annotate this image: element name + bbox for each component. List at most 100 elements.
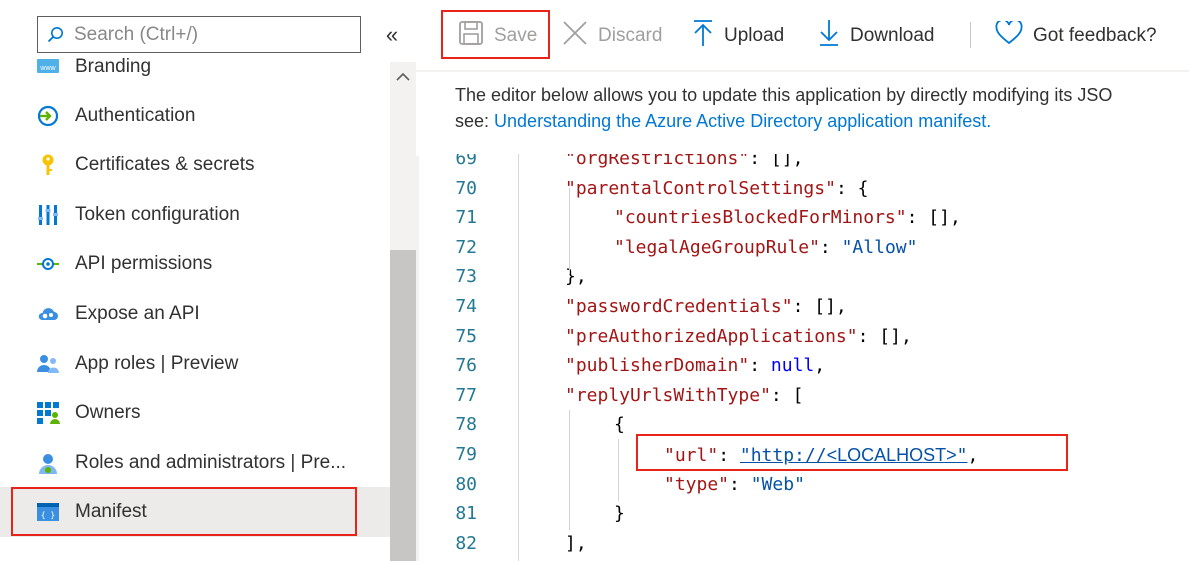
sidebar-item-label: Certificates & secrets (75, 154, 255, 175)
code-line: 73}, (419, 262, 1189, 292)
sidebar-item-api-permissions[interactable]: API permissions (0, 239, 390, 289)
indent-guide (569, 188, 570, 274)
json-key: "countriesBlockedForMinors" (614, 207, 907, 229)
json-punctuation: } (614, 503, 625, 525)
code-line: 77 "replyUrlsWithType": [ (419, 381, 1189, 411)
editor-gutter-divider (518, 154, 519, 561)
svg-text:{ }: { } (41, 511, 55, 520)
json-string-value: "Allow" (841, 236, 918, 258)
scrollbar-thumb[interactable] (390, 250, 416, 561)
json-key: "passwordCredentials" (565, 296, 793, 317)
save-button[interactable]: Save (458, 14, 537, 58)
sidebar-item-certificates-secrets[interactable]: Certificates & secrets (0, 140, 390, 190)
code-text: "type": "Web" (664, 470, 805, 500)
scroll-up-chevron-icon[interactable] (390, 62, 416, 92)
code-text: "publisherDomain": null, (565, 351, 825, 381)
reply-url-link[interactable]: "http://<LOCALHOST>" (740, 445, 968, 466)
json-key: "url" (664, 445, 719, 466)
left-nav-pane: « www Branding Authentication Certificat… (0, 0, 416, 561)
json-punctuation: , (814, 355, 826, 377)
json-punctuation: : (819, 236, 842, 258)
sidebar-item-token-configuration[interactable]: Token configuration (0, 190, 390, 240)
line-number: 76 (455, 355, 477, 377)
sidebar-item-label: Branding (75, 56, 152, 77)
code-text: "parentalControlSettings": { (565, 174, 868, 204)
line-number: 82 (455, 532, 477, 554)
sidebar-item-roles-administrators[interactable]: Roles and administrators | Pre... (0, 438, 390, 488)
line-number: 71 (455, 207, 477, 229)
code-line: 75 "preAuthorizedApplications": [], (419, 322, 1189, 352)
json-punctuation: : [], (857, 325, 912, 347)
indent-guide (618, 439, 619, 501)
url-scheme: "http:// (739, 445, 827, 466)
json-punctuation: , (967, 445, 979, 466)
code-text: "countriesBlockedForMinors": [], (614, 203, 961, 233)
json-key: "publisherDomain" (565, 355, 750, 377)
sidebar-item-owners[interactable]: Owners (0, 388, 390, 438)
json-punctuation: : (749, 355, 771, 377)
code-line: 76 "publisherDomain": null, (419, 351, 1189, 381)
line-number: 75 (455, 325, 477, 347)
code-line: 78 { (419, 410, 1189, 440)
code-text: "replyUrlsWithType": [ (565, 381, 803, 411)
code-line: 69 "orgRestrictions": [], (419, 154, 1189, 174)
person-badge-icon (36, 451, 60, 475)
code-text: "passwordCredentials": [], (565, 292, 847, 322)
upload-label: Upload (724, 25, 785, 46)
save-icon (458, 20, 484, 52)
json-punctuation: : [ (770, 384, 804, 406)
sidebar-item-app-roles[interactable]: App roles | Preview (0, 339, 390, 389)
info-text-prefix: see: (455, 111, 495, 131)
discard-label: Discard (598, 25, 663, 46)
collapse-pane-button[interactable]: « (378, 20, 406, 50)
owners-icon (36, 401, 60, 425)
manifest-docs-link[interactable]: Understanding the Azure Active Directory… (494, 111, 991, 131)
line-number: 79 (455, 444, 477, 465)
feedback-label: Got feedback? (1033, 25, 1157, 46)
sidebar-item-expose-an-api[interactable]: Expose an API (0, 289, 390, 339)
line-number: 74 (455, 296, 477, 317)
sidebar-item-label: Token configuration (75, 204, 240, 225)
line-number: 81 (455, 503, 477, 525)
code-line: 79 "url": "http://<LOCALHOST>", (419, 440, 1189, 470)
code-line: 82], (419, 529, 1189, 559)
info-text-line2: see: Understanding the Azure Active Dire… (455, 108, 1189, 134)
cloud-icon (36, 302, 60, 326)
feedback-button[interactable]: Got feedback? (995, 14, 1157, 58)
sidebar-item-label: API permissions (75, 253, 213, 274)
download-button[interactable]: Download (818, 14, 935, 58)
discard-button[interactable]: Discard (562, 14, 662, 58)
code-text: } (614, 499, 625, 529)
line-number: 80 (455, 473, 477, 495)
upload-button[interactable]: Upload (692, 14, 784, 58)
code-text: "url": "http://<LOCALHOST>", (664, 440, 978, 471)
info-text-line1: The editor below allows you to update th… (455, 85, 1113, 105)
json-punctuation: ], (565, 532, 587, 554)
url-quote: " (956, 445, 968, 466)
code-text: "preAuthorizedApplications": [], (565, 322, 912, 352)
search-icon (38, 17, 74, 52)
sidebar-item-label: Manifest (75, 501, 147, 522)
search-input[interactable] (74, 19, 344, 50)
key-icon (36, 153, 60, 177)
close-icon (562, 20, 588, 52)
sidebar-item-authentication[interactable]: Authentication (0, 91, 390, 141)
double-chevron-left-icon: « (385, 22, 399, 47)
line-number: 70 (455, 177, 477, 199)
branding-icon: www (36, 55, 60, 79)
sidebar-item-label: Roles and administrators | Pre... (75, 452, 347, 473)
sidebar-item-label: Expose an API (75, 303, 200, 324)
toolbar-divider (970, 22, 971, 48)
json-punctuation: : [], (906, 207, 961, 229)
json-string-value: "Web" (750, 473, 805, 495)
sidebar-scrollbar[interactable] (390, 62, 416, 561)
svg-text:www: www (39, 65, 56, 72)
sidebar-item-branding[interactable]: www Branding (0, 54, 390, 92)
people-icon (36, 352, 60, 376)
json-key: "legalAgeGroupRule" (614, 236, 820, 258)
search-box[interactable] (37, 16, 361, 53)
json-punctuation: : [], (792, 296, 847, 317)
sidebar-item-manifest[interactable]: { } Manifest (0, 487, 390, 537)
line-number: 77 (455, 384, 477, 406)
manifest-code-editor[interactable]: 69 "orgRestrictions": [], 70 "parentalContr… (419, 154, 1189, 561)
